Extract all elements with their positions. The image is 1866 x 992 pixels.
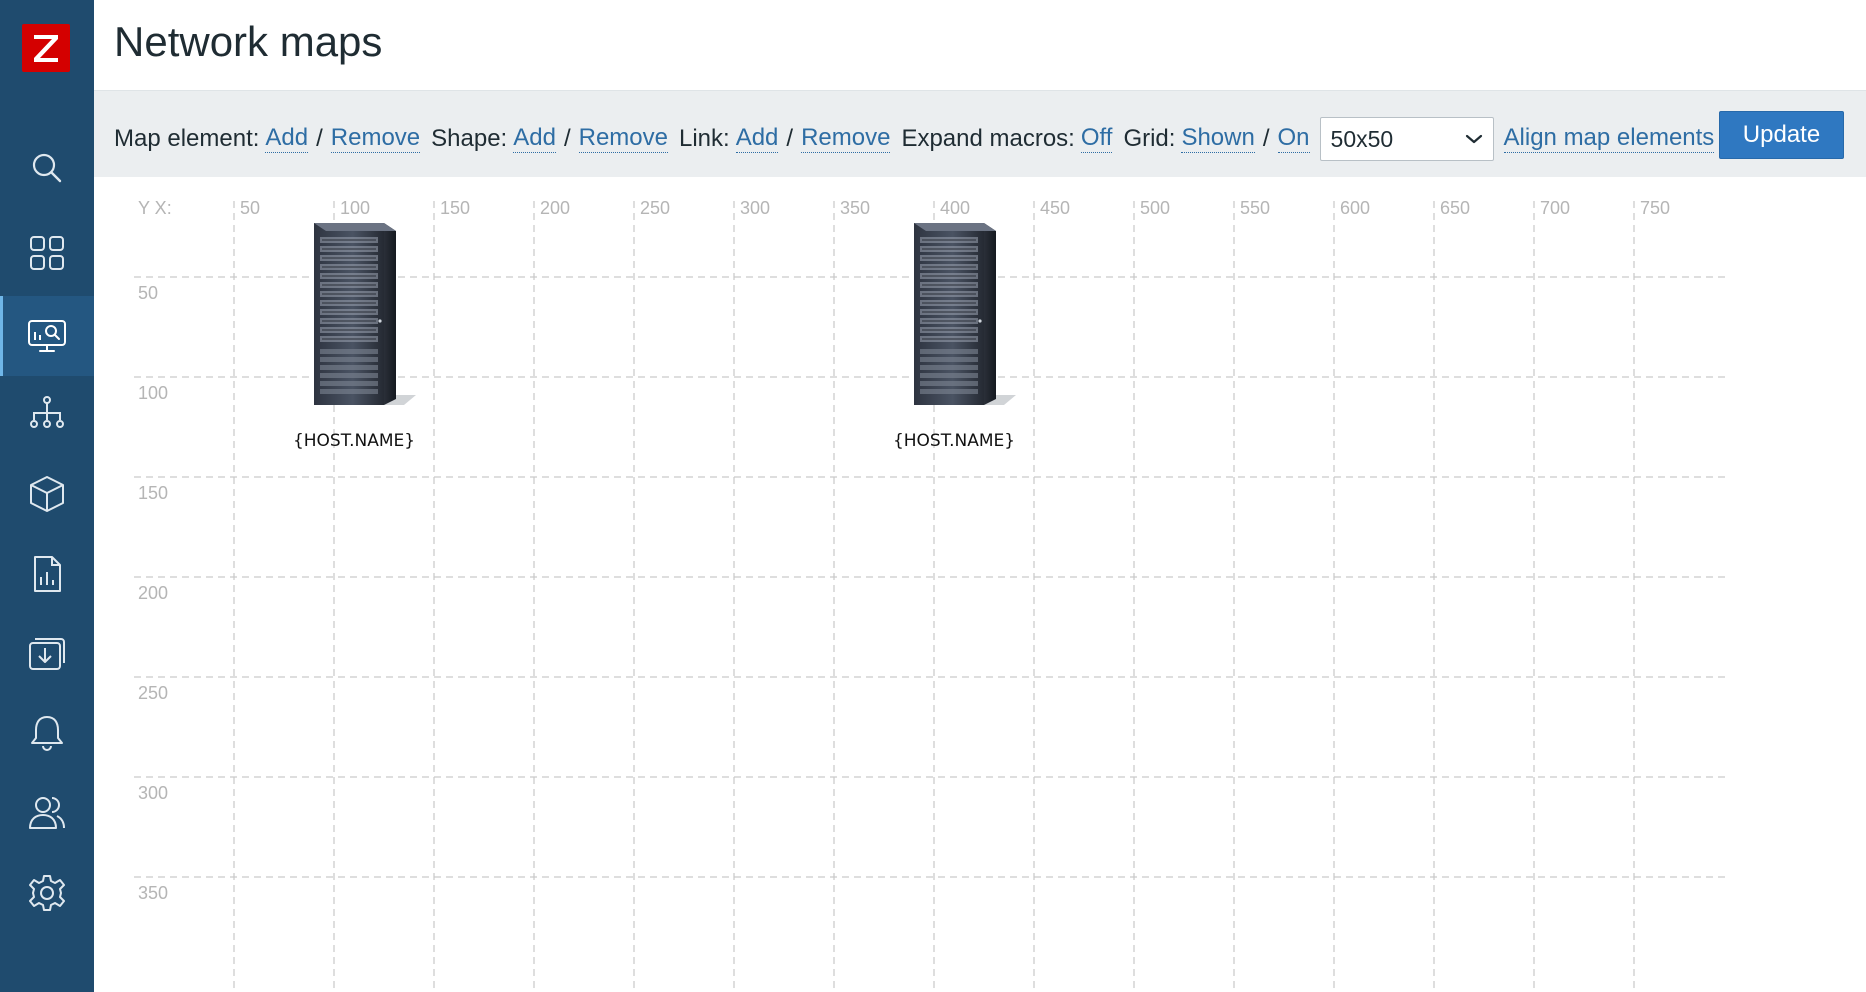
x-tick-label: 550 [1240,198,1270,218]
grid-label: Grid: [1123,125,1176,152]
nav-services[interactable] [0,374,94,454]
align-map-elements-link[interactable]: Align map elements [1503,124,1715,153]
services-icon [30,396,64,428]
x-tick-label: 500 [1140,198,1170,218]
nav-dashboards[interactable] [0,213,94,293]
nav-users[interactable] [0,773,94,853]
x-tick-label: 250 [640,198,670,218]
shape-label: Shape: [431,125,508,152]
grid-size-select[interactable]: 50x50 [1319,117,1494,161]
administration-icon [29,875,65,911]
link-add-link[interactable]: Add [735,124,779,153]
grid-size-value: 50x50 [1330,125,1394,152]
server-rack-icon [314,223,416,405]
x-tick-label: 650 [1440,198,1470,218]
map-host-element[interactable]: {HOST.NAME} [884,217,1024,451]
inventory-icon [30,476,64,512]
map-element-label: Map element: [114,125,260,152]
y-tick-label: 350 [138,883,168,903]
logo-z-glyph [34,35,58,62]
users-icon [29,797,65,829]
separator: / [316,125,323,152]
map-host-element[interactable]: {HOST.NAME} [284,217,424,451]
map-edit-toolbar: Map element: Add / Remove Shape: Add / R… [94,91,1866,177]
monitoring-icon [28,320,66,352]
host-label: {HOST.NAME} [892,431,1016,451]
x-tick-label: 100 [340,198,370,218]
grid-auto-align-toggle[interactable]: On [1277,124,1310,153]
x-tick-label: 450 [1040,198,1070,218]
nav-administration[interactable] [0,853,94,933]
reports-icon [34,556,61,592]
grid-shown-toggle[interactable]: Shown [1181,124,1255,153]
alerts-icon [31,716,63,751]
x-tick-label: 350 [840,198,870,218]
nav-data-collection[interactable] [0,614,94,694]
y-tick-label: 250 [138,683,168,703]
nav-reports[interactable] [0,534,94,614]
link-label: Link: [678,125,730,152]
x-tick-label: 50 [240,198,260,218]
y-tick-label: 50 [138,283,158,303]
nav-monitoring[interactable] [0,296,94,376]
map-element-remove-link[interactable]: Remove [330,124,421,153]
nav-alerts[interactable] [0,693,94,773]
server-rack-icon [914,223,1016,405]
x-tick-label: 600 [1340,198,1370,218]
search-icon [32,153,62,183]
x-tick-label: 300 [740,198,770,218]
expand-macros-label: Expand macros: [901,125,1075,152]
x-tick-label: 400 [940,198,970,218]
nav-search[interactable] [0,128,94,208]
x-tick-label: 750 [1640,198,1670,218]
dashboards-icon [30,236,64,270]
separator: / [563,125,571,152]
page-title: Network maps [114,18,383,65]
x-tick-label: 700 [1540,198,1570,218]
map-canvas[interactable]: Y X: 50 100 150 200 250 300 350 400 450 500 550 600 6… [114,177,1866,992]
expand-macros-toggle[interactable]: Off [1080,124,1113,153]
update-button[interactable]: Update [1719,111,1844,159]
chevron-down-icon [1465,134,1482,144]
zabbix-logo[interactable] [22,24,70,72]
y-tick-label: 150 [138,483,168,503]
x-tick-label: 200 [540,198,570,218]
y-tick-label: 200 [138,583,168,603]
x-tick-label: 150 [440,198,470,218]
nav-inventory[interactable] [0,454,94,534]
separator: / [786,125,794,152]
shape-add-link[interactable]: Add [513,124,556,153]
y-tick-label: 300 [138,783,168,803]
axis-caption: Y X: [138,198,172,218]
separator: / [1262,125,1270,152]
shape-remove-link[interactable]: Remove [578,124,668,153]
y-tick-label: 100 [138,383,168,403]
host-label: {HOST.NAME} [292,431,416,451]
toolbar-controls: Map element: Add / Remove Shape: Add / R… [114,117,1715,161]
sidebar [0,0,94,992]
map-element-add-link[interactable]: Add [265,124,309,153]
data-collection-icon [29,638,65,670]
page-header: Network maps [94,0,1866,91]
link-remove-link[interactable]: Remove [801,124,891,153]
